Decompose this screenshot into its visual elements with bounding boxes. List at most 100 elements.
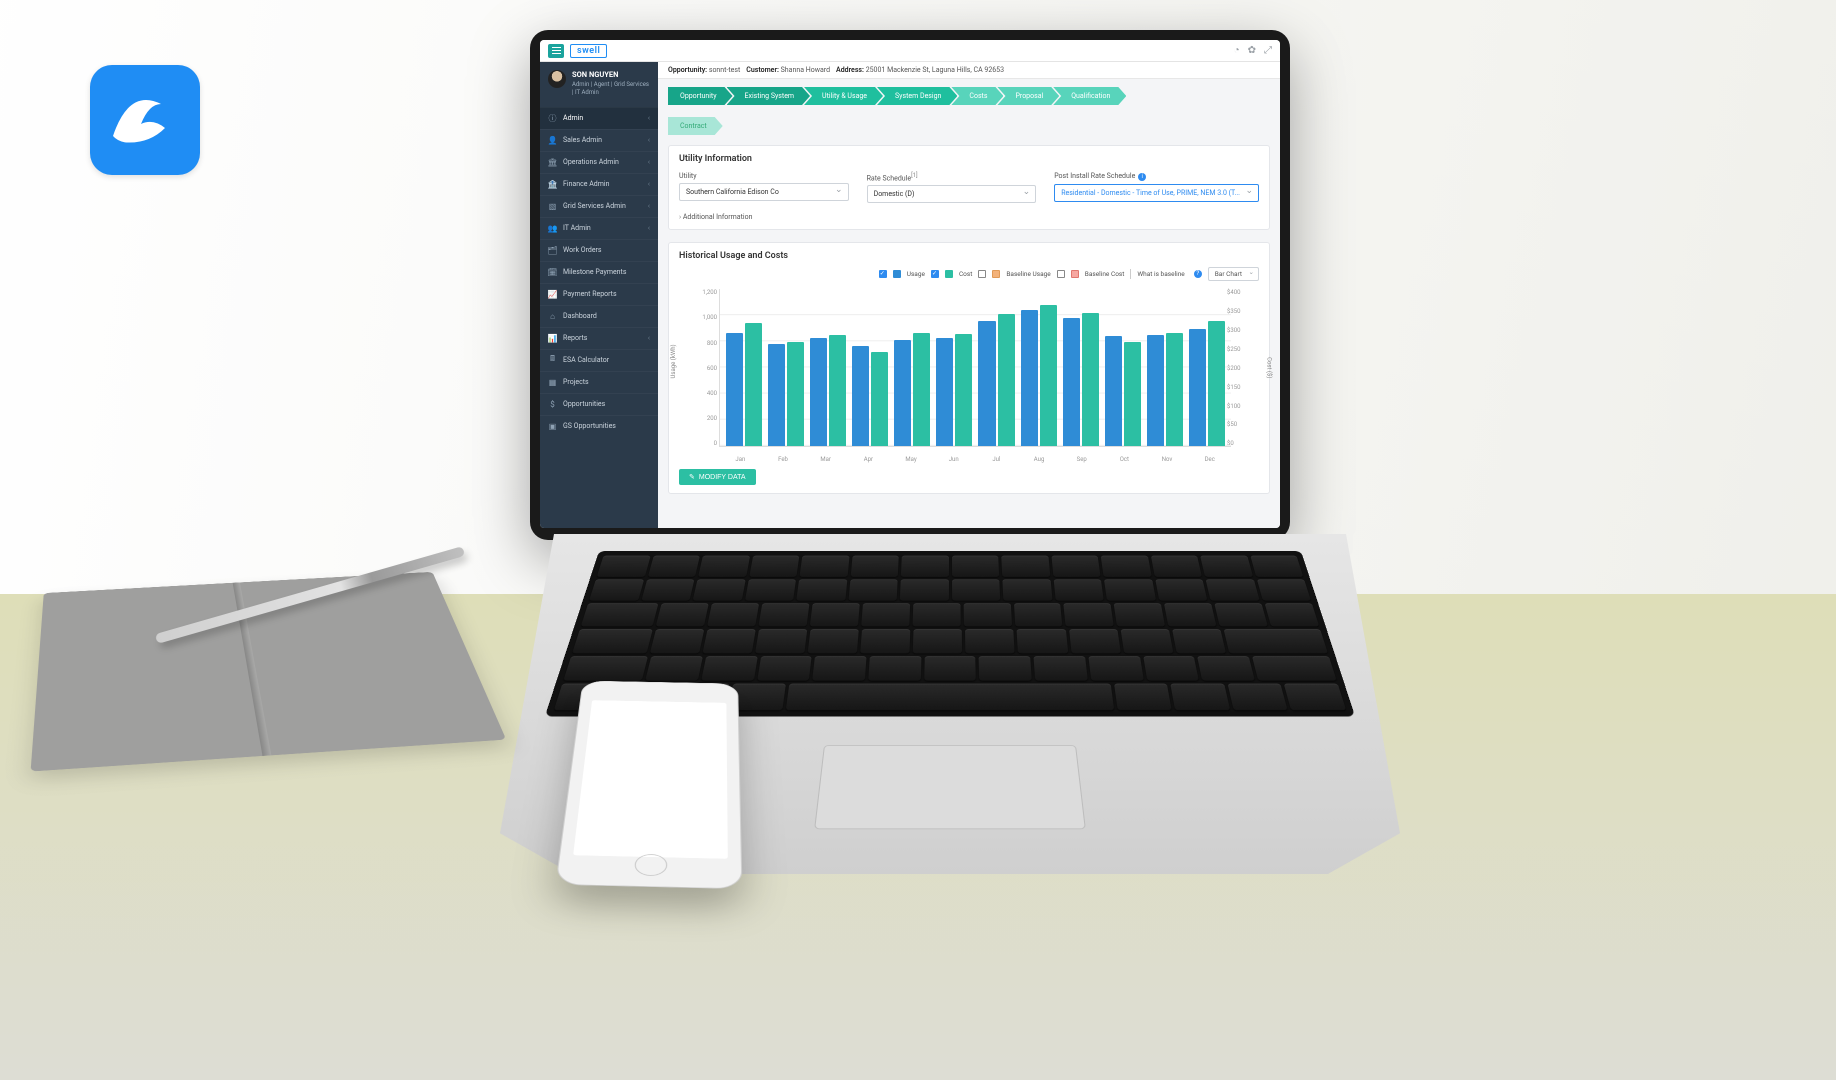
sidebar-item-label: ESA Calculator bbox=[563, 356, 609, 364]
cost-bar bbox=[913, 333, 930, 447]
wave-icon bbox=[105, 80, 185, 160]
chevron-left-icon: ‹ bbox=[648, 136, 650, 144]
workflow-step-utility-usage[interactable]: Utility & Usage bbox=[804, 87, 883, 105]
workflow-step-qualification[interactable]: Qualification bbox=[1053, 87, 1126, 105]
phone-prop bbox=[555, 681, 742, 890]
user-name: SON NGUYEN bbox=[572, 70, 650, 79]
usage-bar bbox=[1147, 335, 1164, 446]
sidebar-item-grid-services-admin[interactable]: ▧Grid Services Admin‹ bbox=[540, 195, 658, 217]
utility-select[interactable]: Southern California Edison Co bbox=[679, 183, 849, 201]
post-install-select[interactable]: Residential - Domestic - Time of Use, PR… bbox=[1054, 184, 1259, 202]
user-roles: Admin | Agent | Grid Services | IT Admin bbox=[572, 81, 650, 97]
utility-info-panel: Utility Information Utility Southern Cal… bbox=[668, 145, 1270, 230]
sidebar-item-dashboard[interactable]: ⌂Dashboard bbox=[540, 305, 658, 327]
baseline-usage-legend-label: Baseline Usage bbox=[1006, 270, 1050, 278]
app-body: SON NGUYEN Admin | Agent | Grid Services… bbox=[540, 62, 1280, 528]
cost-bar bbox=[1208, 321, 1225, 447]
usage-cost-chart: 1,2001,0008006004002000 $400$350$300$250… bbox=[679, 285, 1259, 465]
notifications-icon[interactable]: ◔ bbox=[1234, 45, 1240, 56]
usage-bar bbox=[1105, 336, 1122, 446]
info-icon[interactable]: i bbox=[1138, 173, 1146, 181]
baseline-cost-checkbox[interactable] bbox=[1057, 270, 1065, 278]
sidebar-item-label: Payment Reports bbox=[563, 290, 617, 298]
chevron-left-icon: ‹ bbox=[648, 158, 650, 166]
pencil-icon: ✎ bbox=[689, 473, 695, 481]
cost-bar bbox=[745, 323, 762, 446]
sidebar-item-icon: 📈 bbox=[548, 290, 557, 299]
sidebar-item-label: Grid Services Admin bbox=[563, 202, 626, 210]
bar-group bbox=[936, 289, 972, 446]
settings-icon[interactable]: ✿ bbox=[1248, 45, 1256, 56]
additional-info-toggle[interactable]: Additional Information bbox=[679, 213, 1259, 221]
what-is-baseline-link[interactable]: What is baseline bbox=[1137, 270, 1184, 278]
sidebar-item-icon: 📊 bbox=[548, 334, 557, 343]
breadcrumb: Opportunity: sonnt-test Customer: Shanna… bbox=[658, 62, 1280, 79]
sidebar-item-gs-opportunities[interactable]: ▣GS Opportunities bbox=[540, 415, 658, 437]
utility-form-row: Utility Southern California Edison Co Ra… bbox=[679, 172, 1259, 203]
rate-schedule-select[interactable]: Domestic (D) bbox=[867, 185, 1037, 203]
bar-group bbox=[978, 289, 1014, 446]
usage-bar bbox=[768, 344, 785, 446]
laptop-trackpad bbox=[814, 745, 1086, 829]
workflow-step-existing-system[interactable]: Existing System bbox=[727, 87, 811, 105]
sidebar-item-icon: 🗓 bbox=[548, 268, 557, 277]
chart-type-select[interactable]: Bar Chart bbox=[1208, 267, 1259, 281]
sidebar: SON NGUYEN Admin | Agent | Grid Services… bbox=[540, 62, 658, 528]
sidebar-item-label: Admin bbox=[563, 114, 583, 122]
app-screen: swell ◔ ✿ ⤢ SON NGUYEN Ad bbox=[540, 40, 1280, 528]
sidebar-item-projects[interactable]: ▦ Projects bbox=[540, 371, 658, 393]
crumb-customer-value: Shanna Howard bbox=[781, 66, 830, 74]
sidebar-item-label: GS Opportunities bbox=[563, 422, 616, 430]
baseline-usage-checkbox[interactable] bbox=[978, 270, 986, 278]
sidebar-item-icon: 👤 bbox=[548, 136, 557, 145]
laptop-bezel: swell ◔ ✿ ⤢ SON NGUYEN Ad bbox=[530, 30, 1290, 540]
sidebar-item-icon: 🏦 bbox=[548, 180, 557, 189]
sidebar-item-it-admin[interactable]: 👥IT Admin‹ bbox=[540, 217, 658, 239]
usage-bar bbox=[1021, 310, 1038, 446]
chevron-left-icon: ‹ bbox=[648, 180, 650, 188]
sidebar-item-operations-admin[interactable]: 🏛Operations Admin‹ bbox=[540, 151, 658, 173]
crumb-opportunity-value: sonnt-test bbox=[709, 66, 740, 74]
y-axis-right-ticks: $400$350$300$250$200$150$100$50$0 bbox=[1227, 289, 1257, 447]
sidebar-item-payment-reports[interactable]: 📈 Payment Reports bbox=[540, 283, 658, 305]
cost-checkbox[interactable] bbox=[931, 270, 939, 278]
sidebar-item-icon: ⓘ bbox=[548, 114, 557, 123]
sidebar-item-label: Projects bbox=[563, 378, 589, 386]
sidebar-item-esa-calculator[interactable]: 🖩ESA Calculator bbox=[540, 349, 658, 371]
bar-group bbox=[1021, 289, 1057, 446]
sidebar-item-opportunities[interactable]: $Opportunities bbox=[540, 393, 658, 415]
workflow-step-costs[interactable]: Costs bbox=[951, 87, 1003, 105]
cost-bar bbox=[829, 335, 846, 446]
bar-group bbox=[894, 289, 930, 446]
sidebar-item-milestone-payments[interactable]: 🗓Milestone Payments bbox=[540, 261, 658, 283]
sidebar-item-finance-admin[interactable]: 🏦Finance Admin‹ bbox=[540, 173, 658, 195]
sidebar-item-label: Work Orders bbox=[563, 246, 602, 254]
bar-group bbox=[1105, 289, 1141, 446]
cost-bar bbox=[871, 352, 888, 446]
baseline-info-icon[interactable]: ? bbox=[1194, 270, 1202, 278]
post-install-label: Post Install Rate Schedulei bbox=[1054, 172, 1259, 181]
historical-usage-panel: Historical Usage and Costs Usage Cost Ba… bbox=[668, 242, 1270, 494]
cost-bar bbox=[1124, 342, 1141, 447]
rate-schedule-field: Rate Schedule[1] Domestic (D) bbox=[867, 172, 1037, 203]
workflow-step-system-design[interactable]: System Design bbox=[877, 87, 957, 105]
sidebar-item-admin[interactable]: ⓘAdmin‹ bbox=[540, 107, 658, 129]
usage-bar bbox=[1189, 329, 1206, 447]
sidebar-item-work-orders[interactable]: 🗂Work Orders bbox=[540, 239, 658, 261]
sidebar-item-sales-admin[interactable]: 👤 Sales Admin ‹ bbox=[540, 129, 658, 151]
usage-checkbox[interactable] bbox=[879, 270, 887, 278]
workflow-step-opportunity[interactable]: Opportunity bbox=[668, 87, 733, 105]
modify-data-button[interactable]: ✎ MODIFY DATA bbox=[679, 469, 756, 485]
legend-separator bbox=[1130, 269, 1131, 279]
workflow-step-contract[interactable]: Contract bbox=[668, 117, 723, 135]
y-axis-left-ticks: 1,2001,0008006004002000 bbox=[687, 289, 717, 447]
crumb-customer-label: Customer: bbox=[746, 66, 779, 74]
expand-icon[interactable]: ⤢ bbox=[1264, 45, 1272, 56]
menu-toggle-button[interactable] bbox=[548, 44, 564, 58]
usage-bar bbox=[978, 321, 995, 447]
sidebar-item-icon: ▦ bbox=[548, 378, 557, 387]
sidebar-item-label: Sales Admin bbox=[563, 136, 602, 144]
bar-group bbox=[1189, 289, 1225, 446]
sidebar-item-reports[interactable]: 📊Reports‹ bbox=[540, 327, 658, 349]
workflow-step-proposal[interactable]: Proposal bbox=[997, 87, 1059, 105]
